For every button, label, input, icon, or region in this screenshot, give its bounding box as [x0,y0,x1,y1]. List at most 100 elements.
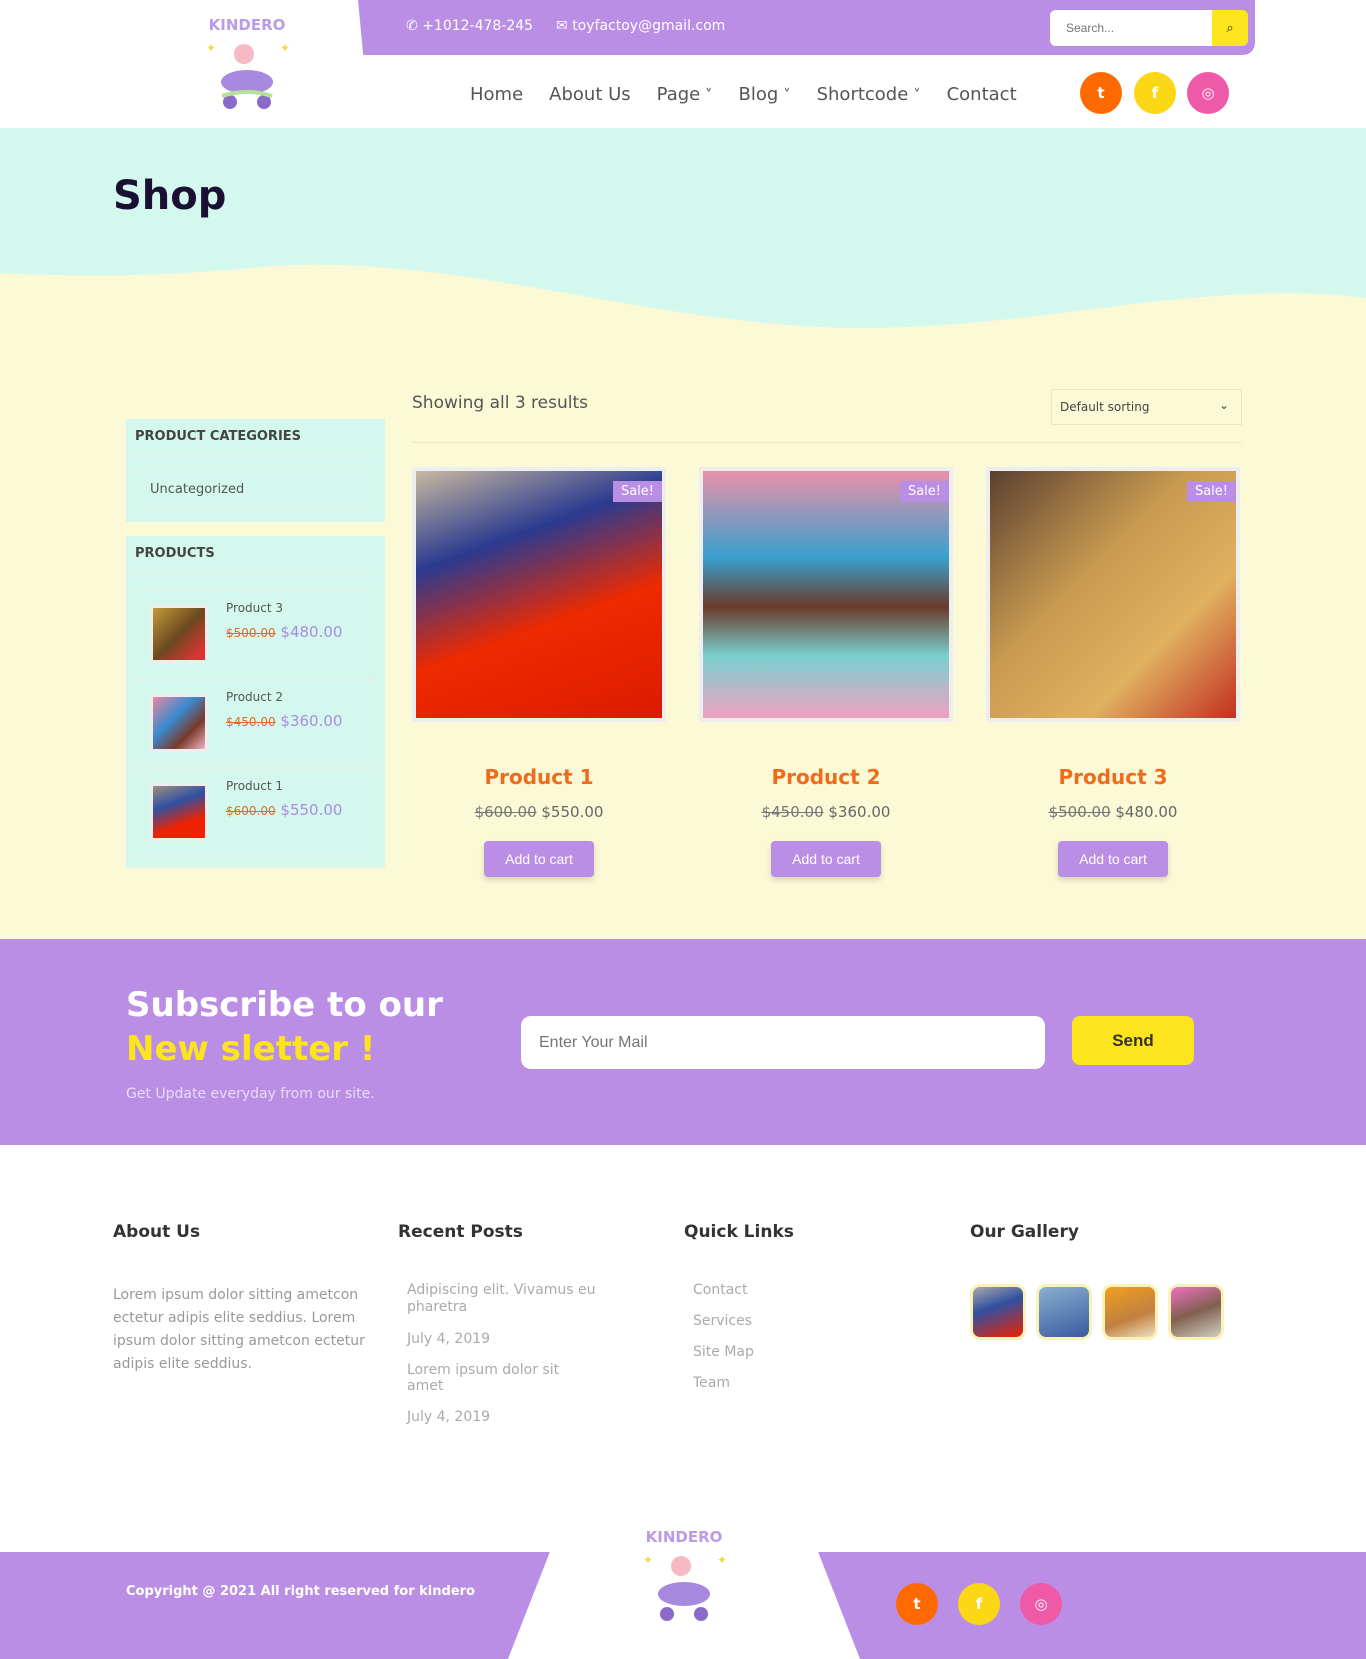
svg-text:KINDERO: KINDERO [209,16,286,34]
footer-gallery: Our Gallery [970,1222,1270,1344]
nav-shortcode[interactable]: Shortcode ˅ [817,84,921,105]
products-widget: PRODUCTS Product 3 $500.00 $480.00 Produc… [126,536,385,868]
svg-text:✦: ✦ [206,41,216,55]
product-name: Product 1 [226,779,284,793]
chevron-down-icon: ˅ [778,86,791,104]
gallery-image[interactable] [1168,1284,1224,1340]
product-card: Sale! Product 2 $450.00 $360.00 Add to c… [699,467,953,877]
nav-page[interactable]: Page ˅ [657,84,713,105]
sort-select[interactable]: Default sorting ⌄ [1051,389,1242,425]
sale-badge: Sale! [899,481,949,502]
logo-panel[interactable]: KINDERO ✦ ✦ [130,0,370,128]
page-title: Shop [113,173,227,219]
gallery-image[interactable] [1102,1284,1158,1340]
svg-text:✦: ✦ [280,41,290,55]
gallery-image[interactable] [1036,1284,1092,1340]
sidebar-product[interactable]: Product 2 $450.00 $360.00 [135,679,375,768]
link-services[interactable]: Services [693,1313,944,1329]
search-icon: ⌕ [1226,20,1234,36]
chevron-down-icon: ˅ [908,86,921,104]
product-name: Product 3 [226,601,284,615]
sidebar-product[interactable]: Product 1 $600.00 $550.00 [135,768,375,857]
post-link[interactable]: Adipiscing elit. Vivamus eu pharetra [407,1282,598,1316]
search-input[interactable] [1050,10,1210,46]
sidebar-product[interactable]: Product 3 $500.00 $480.00 [135,590,375,679]
product-price: $500.00 $480.00 [1048,803,1178,821]
footer-about: About Us Lorem ipsum dolor sitting ametc… [113,1222,373,1376]
search-box: ⌕ [1050,10,1248,46]
product-thumbnail [150,694,208,752]
footer-quick-links: Quick Links Contact Services Site Map Team [684,1222,944,1406]
kindero-logo[interactable]: KINDERO ✦ ✦ [629,1524,739,1624]
post-date: July 4, 2019 [407,1331,491,1347]
svg-text:✦: ✦ [643,1553,653,1567]
link-team[interactable]: Team [693,1375,944,1391]
post-date: July 4, 2019 [407,1409,491,1425]
nav-blog[interactable]: Blog ˅ [739,84,791,105]
add-to-cart-button[interactable]: Add to cart [1058,841,1168,877]
nav-home[interactable]: Home [470,84,523,105]
newsletter-subtitle: Get Update everyday from our site. [126,1086,375,1102]
svg-text:KINDERO: KINDERO [646,1528,723,1546]
main-nav: Home About Us Page ˅ Blog ˅ Shortcode ˅ … [470,84,1017,105]
footer-heading: Our Gallery [970,1222,1079,1242]
twitter-icon[interactable]: t [896,1583,938,1625]
phone-icon: ✆ [406,18,423,34]
product-image[interactable]: Sale! [986,467,1240,722]
divider [412,442,1242,443]
product-image[interactable]: Sale! [699,467,953,722]
add-to-cart-button[interactable]: Add to cart [484,841,594,877]
product-price: $600.00 $550.00 [226,801,343,819]
product-categories-widget: PRODUCT CATEGORIES Uncategorized [126,419,385,522]
result-count: Showing all 3 results [412,393,589,413]
kindero-logo: KINDERO ✦ ✦ [206,16,290,109]
footer-heading: About Us [113,1222,201,1242]
category-uncategorized[interactable]: Uncategorized [135,471,375,508]
top-bar: ✆ +1012-478-245 ✉ toyfactoy@gmail.com ⌕ [356,0,1255,55]
link-site-map[interactable]: Site Map [693,1344,944,1360]
post-link[interactable]: Lorem ipsum dolor sit amet [407,1362,598,1394]
product-card: Sale! Product 1 $600.00 $550.00 Add to c… [412,467,666,877]
facebook-icon[interactable]: f [1134,72,1176,114]
gallery-image[interactable] [970,1284,1026,1340]
twitter-icon[interactable]: t [1080,72,1122,114]
phone[interactable]: ✆ +1012-478-245 [406,18,533,34]
footer-heading: Quick Links [684,1222,794,1242]
product-title[interactable]: Product 2 [699,765,953,789]
product-price: $500.00 $480.00 [226,623,343,641]
mail-icon: ✉ [556,18,573,34]
chevron-down-icon: ˅ [700,86,713,104]
hero-wave [0,128,1366,328]
sale-badge: Sale! [1186,481,1236,502]
product-thumbnail [150,783,208,841]
instagram-icon[interactable]: ◎ [1187,72,1229,114]
product-price: $600.00 $550.00 [474,803,604,821]
nav-contact[interactable]: Contact [947,84,1017,105]
product-thumbnail [150,605,208,663]
product-name: Product 2 [226,690,284,704]
footer-heading: Recent Posts [398,1222,523,1242]
send-button[interactable]: Send [1072,1016,1194,1065]
product-price: $450.00 $360.00 [226,712,343,730]
about-text: Lorem ipsum dolor sitting ametcon ectetu… [113,1287,365,1372]
svg-text:✦: ✦ [717,1553,727,1567]
nav-about[interactable]: About Us [549,84,631,105]
product-title[interactable]: Product 1 [412,765,666,789]
search-button[interactable]: ⌕ [1212,10,1248,46]
facebook-icon[interactable]: f [958,1583,1000,1625]
footer-logo-panel: KINDERO ✦ ✦ [508,1488,860,1659]
widget-title: PRODUCT CATEGORIES [126,419,376,455]
add-to-cart-button[interactable]: Add to cart [771,841,881,877]
widget-title: PRODUCTS [126,536,376,572]
newsletter: Subscribe to our New sletter ! Get Updat… [0,939,1366,1145]
product-price: $450.00 $360.00 [761,803,891,821]
newsletter-title: Subscribe to our New sletter ! [126,985,443,1069]
link-contact[interactable]: Contact [693,1282,944,1298]
product-title[interactable]: Product 3 [986,765,1240,789]
instagram-icon[interactable]: ◎ [1020,1583,1062,1625]
email[interactable]: ✉ toyfactoy@gmail.com [556,18,725,34]
copyright: Copyright @ 2021 All right reserved for … [126,1584,475,1599]
chevron-down-icon: ⌄ [1218,398,1229,412]
product-image[interactable]: Sale! [412,467,666,722]
email-input[interactable] [521,1016,1045,1069]
